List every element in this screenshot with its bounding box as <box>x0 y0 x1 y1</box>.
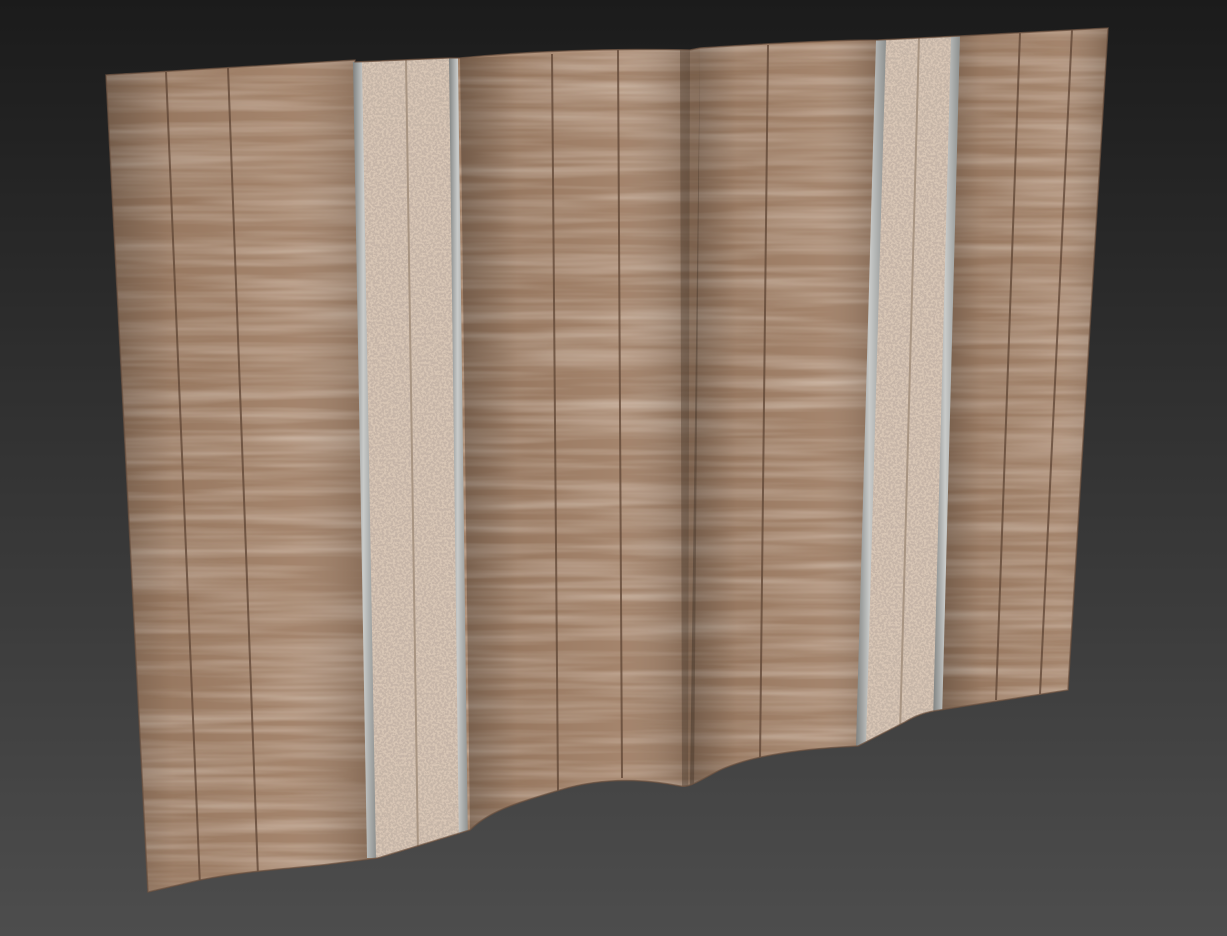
render-viewport <box>0 0 1227 936</box>
wall-panel-render <box>0 0 1227 936</box>
terrazzo-strip-left <box>360 58 462 858</box>
